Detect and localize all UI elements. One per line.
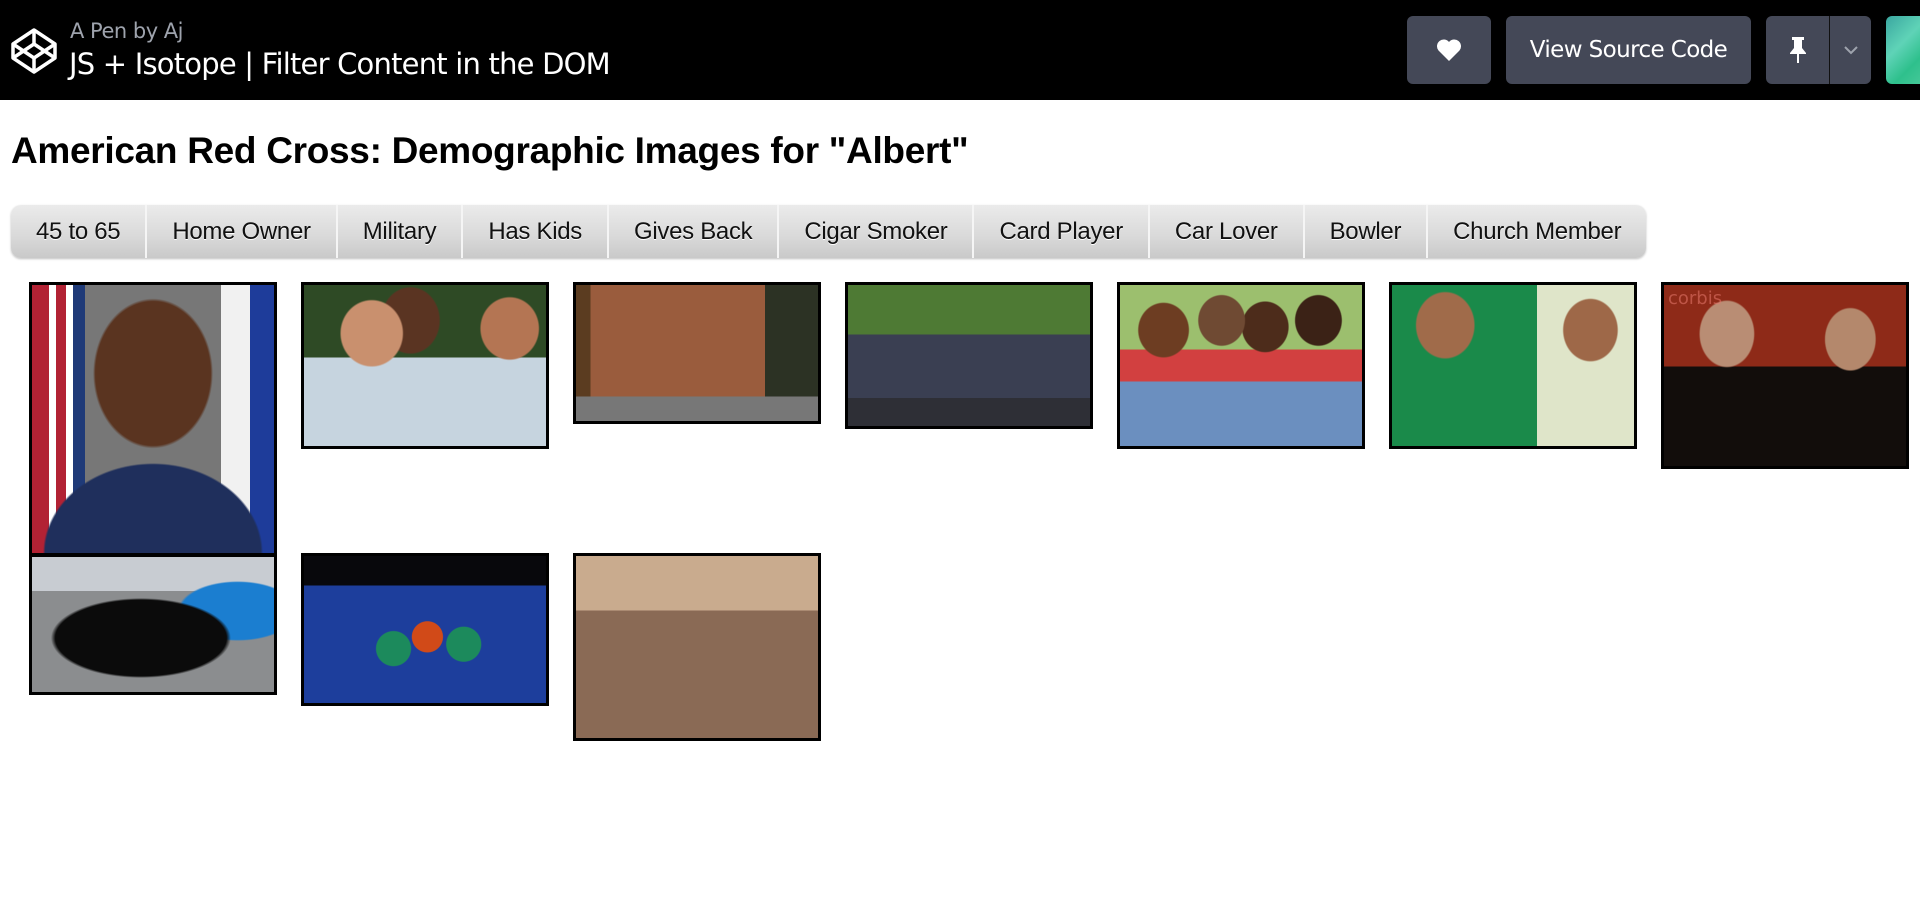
family-photo <box>1120 285 1362 446</box>
heart-icon <box>1436 39 1462 61</box>
filter-home-owner[interactable]: Home Owner <box>147 205 338 258</box>
pin-button-group <box>1766 16 1871 84</box>
image-car-lover[interactable] <box>29 554 277 695</box>
older-men-photo <box>304 285 546 446</box>
pin-icon <box>1789 37 1806 63</box>
user-avatar[interactable] <box>1886 16 1920 84</box>
filter-button-group: 45 to 65 Home Owner Military Has Kids Gi… <box>11 205 1647 258</box>
family-house-photo <box>576 285 818 421</box>
cigar-smokers-photo <box>1392 285 1634 446</box>
filter-45-to-65[interactable]: 45 to 65 <box>11 205 148 258</box>
bowling-photo <box>304 556 546 703</box>
image-cigar-smoker[interactable] <box>1389 282 1637 449</box>
chevron-down-icon <box>1843 46 1858 55</box>
pen-author[interactable]: A Pen by Aj <box>70 19 184 43</box>
image-bowler[interactable] <box>301 553 549 706</box>
filter-church-member[interactable]: Church Member <box>1428 205 1647 258</box>
view-source-button[interactable]: View Source Code <box>1506 16 1751 84</box>
pin-button[interactable] <box>1766 16 1829 84</box>
image-45-to-65[interactable] <box>301 282 549 449</box>
filter-cigar-smoker[interactable]: Cigar Smoker <box>779 205 975 258</box>
card-players-photo <box>1664 285 1906 466</box>
image-card-player[interactable]: corbis <box>1661 282 1909 469</box>
image-home-owner[interactable] <box>573 282 821 424</box>
pen-title: JS + Isotope | Filter Content in the DOM <box>69 47 611 81</box>
image-military[interactable] <box>29 282 277 556</box>
church-congregation-photo <box>576 556 818 738</box>
image-has-kids[interactable] <box>1117 282 1365 449</box>
codepen-header: A Pen by Aj JS + Isotope | Filter Conten… <box>0 0 1920 100</box>
watermark: corbis <box>1668 288 1723 309</box>
classic-car-photo <box>32 557 274 692</box>
heart-button[interactable] <box>1407 16 1491 84</box>
filter-car-lover[interactable]: Car Lover <box>1149 205 1305 258</box>
filter-card-player[interactable]: Card Player <box>974 205 1150 258</box>
filter-military[interactable]: Military <box>337 205 464 258</box>
filter-bowler[interactable]: Bowler <box>1304 205 1429 258</box>
filter-gives-back[interactable]: Gives Back <box>608 205 780 258</box>
image-church-member[interactable] <box>573 553 821 741</box>
military-officer-photo <box>32 285 274 553</box>
image-gives-back[interactable] <box>845 282 1093 429</box>
page-title: American Red Cross: Demographic Images f… <box>11 130 969 171</box>
filter-has-kids[interactable]: Has Kids <box>463 205 609 258</box>
volunteer-group-photo <box>848 285 1090 426</box>
codepen-logo-icon[interactable] <box>10 27 58 75</box>
pin-dropdown-button[interactable] <box>1830 16 1871 84</box>
